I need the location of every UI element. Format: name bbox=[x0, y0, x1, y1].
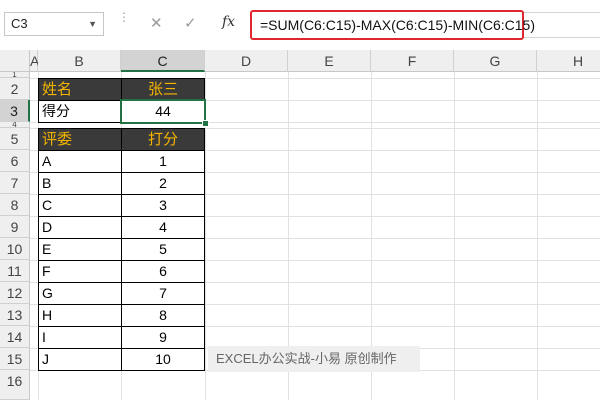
judge-score-cell[interactable]: 10 bbox=[121, 348, 205, 371]
judge-score-cell[interactable]: 7 bbox=[121, 282, 205, 305]
column-header-b[interactable]: B bbox=[38, 50, 121, 72]
judge-score-cell[interactable]: 1 bbox=[121, 150, 205, 173]
column-header-g[interactable]: G bbox=[454, 50, 537, 72]
row-header-12[interactable]: 12 bbox=[0, 282, 30, 304]
judge-score-cell[interactable]: 5 bbox=[121, 238, 205, 261]
column-header-a[interactable]: A bbox=[30, 50, 39, 72]
column-header-h[interactable]: H bbox=[537, 50, 600, 72]
judge-name-cell[interactable]: G bbox=[38, 282, 122, 305]
row-header-15[interactable]: 15 bbox=[0, 348, 30, 370]
judge-name-cell[interactable]: B bbox=[38, 172, 122, 195]
row-header-6[interactable]: 6 bbox=[0, 150, 30, 172]
judge-name-cell[interactable]: H bbox=[38, 304, 122, 327]
close-icon[interactable]: ✕ bbox=[150, 14, 163, 32]
row-header-8[interactable]: 8 bbox=[0, 194, 30, 216]
judge-score-cell[interactable]: 9 bbox=[121, 326, 205, 349]
judge-score-cell[interactable]: 3 bbox=[121, 194, 205, 217]
name-box[interactable]: C3 ▼ bbox=[4, 12, 104, 36]
fill-handle[interactable] bbox=[202, 120, 209, 127]
row-header-13[interactable]: 13 bbox=[0, 304, 30, 326]
row-header-16[interactable]: 16 bbox=[0, 370, 30, 400]
cell-c2[interactable]: 张三 bbox=[121, 78, 205, 101]
judge-score-cell[interactable]: 2 bbox=[121, 172, 205, 195]
formula-input[interactable]: =SUM(C6:C15)-MAX(C6:C15)-MIN(C6:C15) bbox=[250, 10, 535, 40]
row-header-14[interactable]: 14 bbox=[0, 326, 30, 348]
row-header-11[interactable]: 11 bbox=[0, 260, 30, 282]
row-header-10[interactable]: 10 bbox=[0, 238, 30, 260]
formula-text: =SUM(C6:C15)-MAX(C6:C15)-MIN(C6:C15) bbox=[260, 17, 535, 33]
judge-score-cell[interactable]: 6 bbox=[121, 260, 205, 283]
judge-name-cell[interactable]: E bbox=[38, 238, 122, 261]
formula-bar: C3 ▼ ⋮ ✕ ✓ fx =SUM(C6:C15)-MAX(C6:C15)-M… bbox=[0, 0, 600, 50]
name-box-value: C3 bbox=[11, 16, 28, 31]
cell-b3[interactable]: 得分 bbox=[38, 100, 122, 123]
column-header-c[interactable]: C bbox=[121, 50, 205, 72]
row-header-2[interactable]: 2 bbox=[0, 78, 30, 100]
judge-name-cell[interactable]: C bbox=[38, 194, 122, 217]
drag-handle-icon[interactable]: ⋮ bbox=[118, 11, 130, 23]
row-header-5[interactable]: 5 bbox=[0, 128, 30, 150]
cell-b5[interactable]: 评委 bbox=[38, 128, 122, 151]
judge-name-cell[interactable]: I bbox=[38, 326, 122, 349]
watermark-text: EXCEL办公实战-小易 原创制作 bbox=[208, 346, 420, 372]
judge-name-cell[interactable]: D bbox=[38, 216, 122, 239]
column-header-e[interactable]: E bbox=[288, 50, 371, 72]
chevron-down-icon[interactable]: ▼ bbox=[88, 13, 97, 35]
check-icon[interactable]: ✓ bbox=[184, 14, 197, 32]
judge-score-cell[interactable]: 8 bbox=[121, 304, 205, 327]
active-cell-selection bbox=[120, 99, 206, 124]
formula-input-extension[interactable] bbox=[524, 12, 600, 38]
row-header-7[interactable]: 7 bbox=[0, 172, 30, 194]
column-header-f[interactable]: F bbox=[371, 50, 454, 72]
cell-b2[interactable]: 姓名 bbox=[38, 78, 122, 101]
row-header-9[interactable]: 9 bbox=[0, 216, 30, 238]
judge-name-cell[interactable]: J bbox=[38, 348, 122, 371]
select-all-corner[interactable] bbox=[0, 50, 30, 72]
row-header-3[interactable]: 3 bbox=[0, 100, 30, 122]
insert-function-button[interactable]: fx bbox=[222, 14, 235, 30]
judge-name-cell[interactable]: F bbox=[38, 260, 122, 283]
cell-c5[interactable]: 打分 bbox=[121, 128, 205, 151]
column-header-d[interactable]: D bbox=[205, 50, 288, 72]
judge-score-cell[interactable]: 4 bbox=[121, 216, 205, 239]
judge-name-cell[interactable]: A bbox=[38, 150, 122, 173]
